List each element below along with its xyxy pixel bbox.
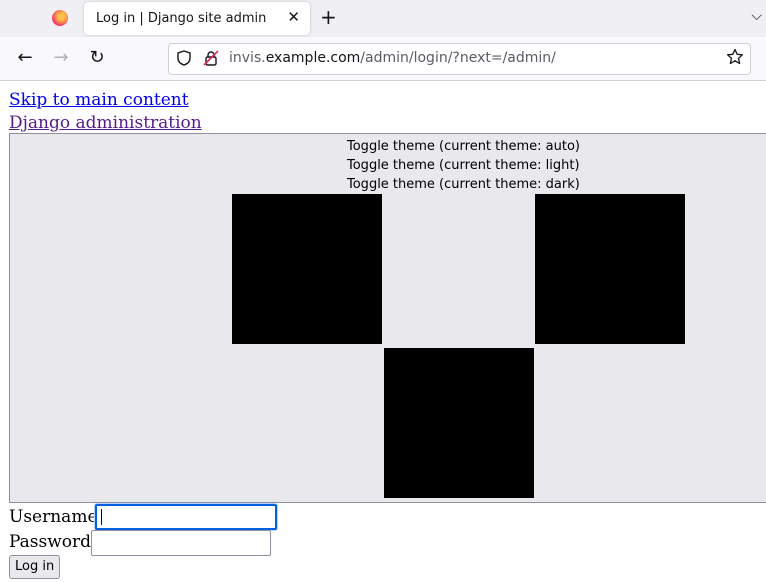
theme-icon-light[interactable] [535,194,685,344]
theme-toggle-dark[interactable]: Toggle theme (current theme: dark) [347,177,580,192]
password-label: Password: [9,532,97,552]
url-path: /admin/login/?next=/admin/ [360,50,556,66]
url-text[interactable]: invis.example.com/admin/login/?next=/adm… [229,50,556,66]
tab-active[interactable]: Log in | Django site admin ✕ [84,2,310,35]
theme-toggle-light[interactable]: Toggle theme (current theme: light) [347,158,580,173]
site-name-link[interactable]: Django administration [9,113,202,133]
insecure-lock-icon[interactable] [203,50,219,70]
navigation-toolbar: ← → ↻ invis.example.com/admin/login/?nex… [0,37,766,81]
tab-strip: Log in | Django site admin ✕ + ⌵ [0,0,766,37]
theme-toggle-auto[interactable]: Toggle theme (current theme: auto) [347,139,580,154]
theme-icon-auto[interactable] [232,194,382,344]
text-caret [101,509,102,525]
url-host: example.com [265,50,361,66]
page-content: Skip to main content Django administrati… [0,81,766,582]
tab-title: Log in | Django site admin [96,11,267,26]
forward-arrow-icon[interactable]: → [49,46,73,70]
chevron-down-icon[interactable]: ⌵ [751,8,762,24]
reload-icon[interactable]: ↻ [85,46,109,70]
back-arrow-icon[interactable]: ← [13,46,37,70]
shield-icon[interactable] [177,50,191,70]
password-field[interactable] [91,530,271,556]
url-prefix: invis. [229,50,266,66]
address-bar[interactable]: invis.example.com/admin/login/?next=/adm… [168,43,751,75]
plus-icon[interactable]: + [320,5,337,29]
skip-to-main-link[interactable]: Skip to main content [9,90,189,110]
star-icon[interactable] [726,48,744,71]
header: Toggle theme (current theme: auto) Toggl… [9,133,766,503]
username-label: Username: [9,507,104,527]
log-in-button[interactable]: Log in [9,555,61,579]
firefox-logo-icon[interactable] [52,10,68,26]
close-icon[interactable]: ✕ [287,8,300,26]
username-field[interactable] [95,504,277,530]
theme-icon-dark[interactable] [384,348,534,498]
